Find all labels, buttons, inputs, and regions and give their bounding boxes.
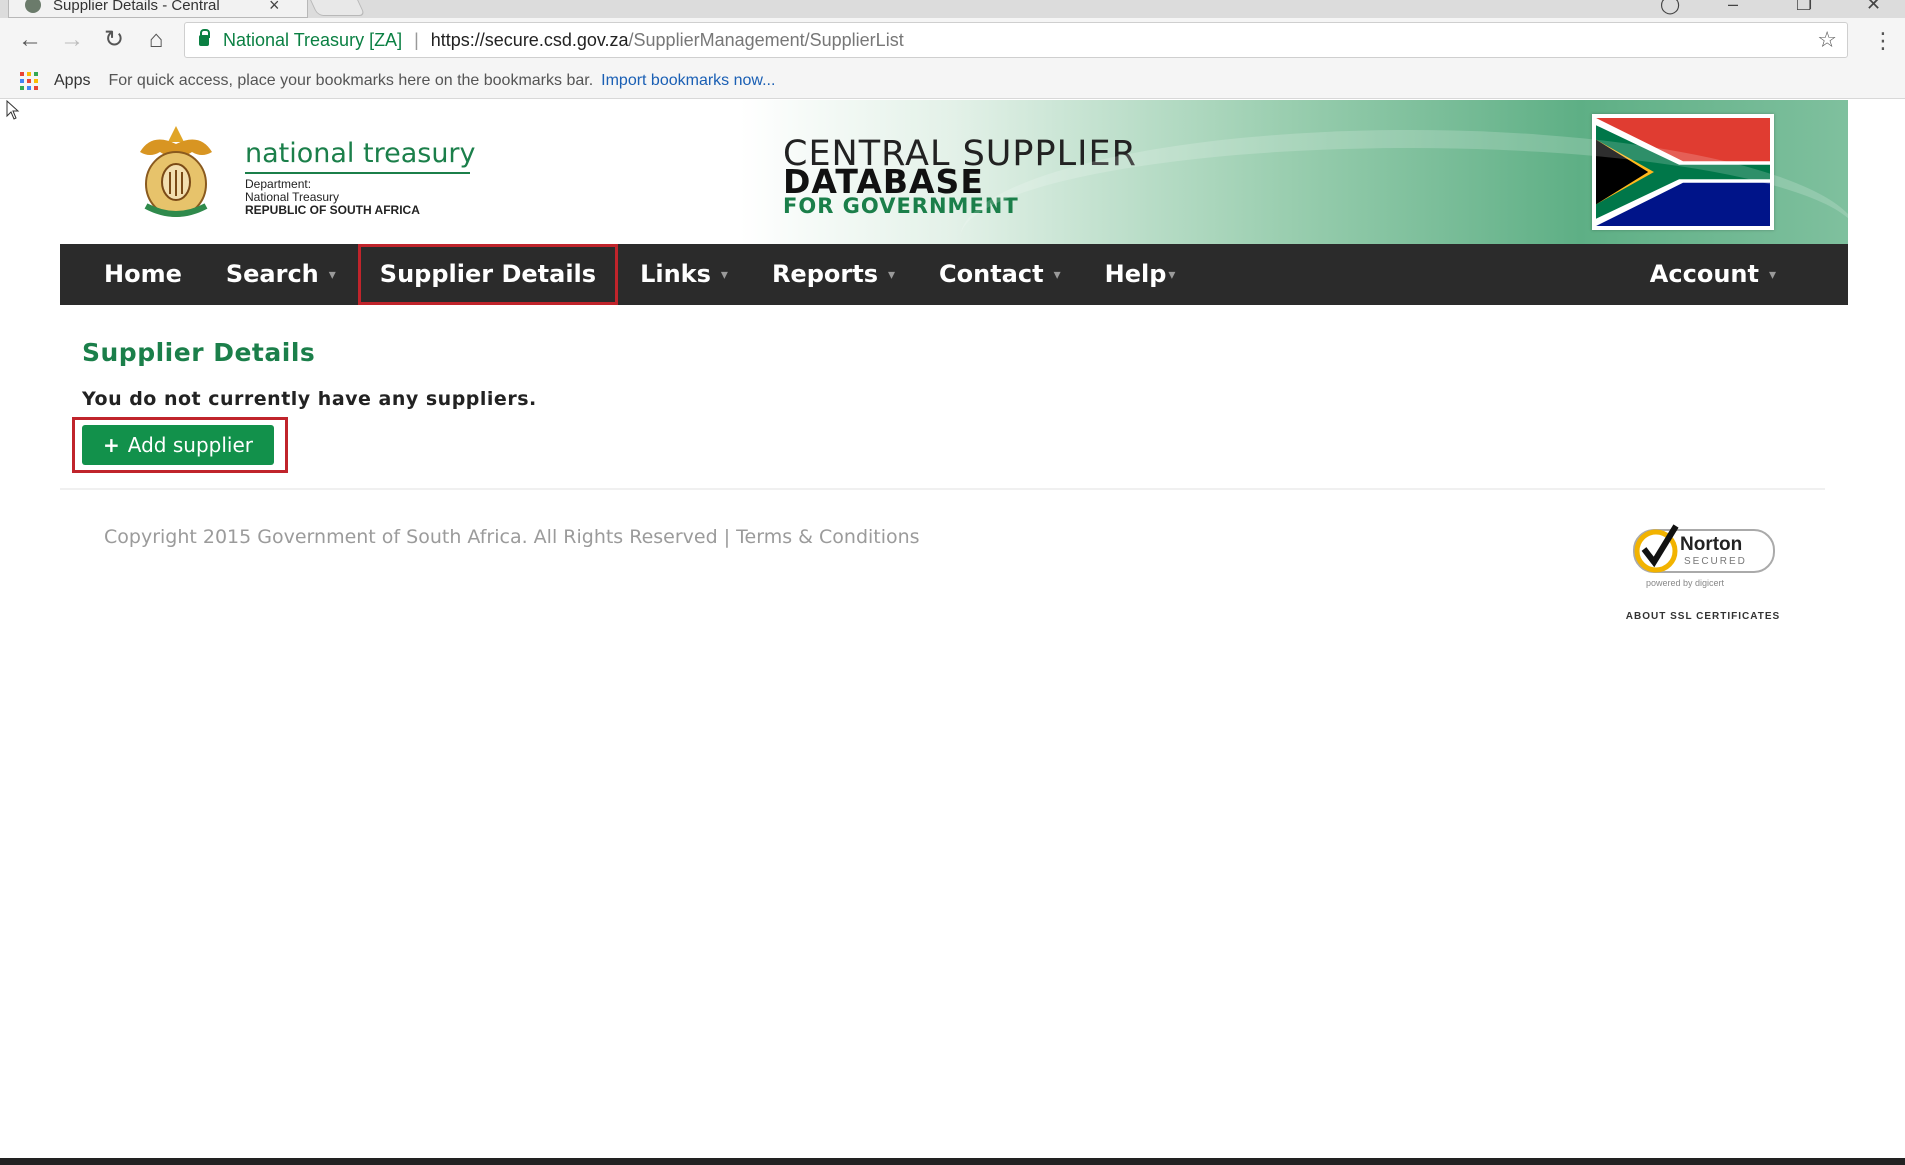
nav-reports-label: Reports — [771, 260, 878, 288]
browser-toolbar: ← → ↻ ⌂ National Treasury [ZA] | https:/… — [0, 18, 1905, 63]
minimize-icon[interactable]: – — [1728, 0, 1738, 15]
import-bookmarks-link[interactable]: Import bookmarks now... — [601, 72, 775, 90]
nav-contact[interactable]: Contact ▾ — [917, 244, 1083, 305]
dept-line-3: REPUBLIC OF SOUTH AFRICA — [245, 203, 420, 217]
bookmarks-hint: For quick access, place your bookmarks h… — [108, 71, 594, 89]
nav-account[interactable]: Account ▾ — [1628, 244, 1798, 305]
plus-icon: + — [103, 433, 120, 457]
department-text: Department: National Treasury REPUBLIC O… — [245, 178, 420, 217]
reload-icon[interactable]: ↻ — [100, 26, 128, 54]
profile-icon[interactable]: ◯ — [1660, 0, 1680, 15]
back-arrow-icon[interactable]: ← — [16, 26, 44, 54]
org-name: national treasury — [245, 138, 476, 169]
empty-state-message: You do not currently have any suppliers. — [82, 388, 537, 410]
nav-search-label: Search — [225, 260, 319, 288]
chevron-down-icon: ▾ — [1168, 266, 1176, 283]
nav-supplier-details[interactable]: Supplier Details — [357, 244, 619, 305]
secure-site-label: National Treasury [ZA] — [223, 30, 403, 50]
nav-account-label: Account — [1649, 260, 1759, 288]
nav-supplier-details-label: Supplier Details — [379, 260, 597, 288]
url-separator: | — [414, 30, 419, 50]
taskbar-edge — [0, 1158, 1905, 1165]
nav-home-label: Home — [104, 260, 182, 288]
bookmark-star-icon[interactable]: ☆ — [1817, 23, 1837, 57]
norton-secured-seal[interactable]: Norton SECURED powered by digicert — [1618, 524, 1788, 594]
add-supplier-label: Add supplier — [127, 433, 253, 457]
close-window-icon[interactable]: ✕ — [1866, 0, 1881, 15]
about-ssl-link[interactable]: ABOUT SSL CERTIFICATES — [1618, 611, 1788, 622]
nav-contact-label: Contact — [939, 260, 1044, 288]
browser-tabstrip: Supplier Details - Central × ◯ – ❐ ✕ — [0, 0, 1905, 18]
home-icon[interactable]: ⌂ — [142, 26, 170, 54]
nav-reports[interactable]: Reports ▾ — [750, 244, 917, 305]
add-supplier-button[interactable]: + Add supplier — [82, 425, 274, 465]
close-tab-icon[interactable]: × — [269, 0, 280, 16]
csd-title-line-3: FOR GOVERNMENT — [783, 194, 1019, 218]
new-tab-button[interactable] — [306, 0, 366, 16]
nav-home[interactable]: Home — [82, 244, 204, 305]
apps-grid-icon[interactable] — [20, 71, 40, 90]
restore-icon[interactable]: ❐ — [1796, 0, 1812, 15]
norton-title: Norton — [1680, 534, 1742, 555]
main-nav: Home Search ▾ Supplier Details Links ▾ Rep… — [60, 244, 1848, 305]
coat-of-arms-icon — [140, 126, 212, 217]
page-title: Supplier Details — [82, 338, 316, 367]
site-banner: national treasury Department: National T… — [60, 100, 1848, 244]
site-favicon-icon — [25, 0, 41, 13]
nav-help[interactable]: Help ▾ — [1083, 244, 1198, 305]
url-path: /SupplierManagement/SupplierList — [628, 30, 904, 50]
chevron-down-icon: ▾ — [1053, 266, 1061, 283]
chevron-down-icon: ▾ — [1768, 266, 1776, 283]
tab-title: Supplier Details - Central — [53, 0, 220, 14]
browser-tab[interactable]: Supplier Details - Central × — [8, 0, 308, 18]
lock-icon — [199, 28, 210, 46]
url-host: https://secure.csd.gov.za — [430, 30, 629, 50]
browser-menu-icon[interactable]: ⋮ — [1872, 28, 1894, 54]
chevron-down-icon: ▾ — [328, 266, 336, 283]
nav-links-label: Links — [640, 260, 711, 288]
address-bar[interactable]: National Treasury [ZA] | https://secure.… — [184, 22, 1848, 58]
mouse-cursor-icon — [6, 100, 20, 120]
nav-search[interactable]: Search ▾ — [204, 244, 358, 305]
chevron-down-icon: ▾ — [720, 266, 728, 283]
south-africa-flag-icon — [1592, 114, 1774, 230]
norton-powered: powered by digicert — [1646, 578, 1725, 588]
nav-links[interactable]: Links ▾ — [618, 244, 750, 305]
nav-help-label: Help — [1104, 260, 1167, 288]
bookmarks-bar: Apps For quick access, place your bookma… — [0, 63, 1905, 99]
apps-link[interactable]: Apps — [54, 72, 90, 90]
org-name-underline — [245, 172, 470, 174]
copyright-text: Copyright 2015 Government of South Afric… — [104, 526, 920, 548]
forward-arrow-icon[interactable]: → — [58, 26, 86, 54]
norton-sub: SECURED — [1684, 556, 1747, 567]
footer-divider — [60, 488, 1825, 490]
chevron-down-icon: ▾ — [887, 266, 896, 283]
